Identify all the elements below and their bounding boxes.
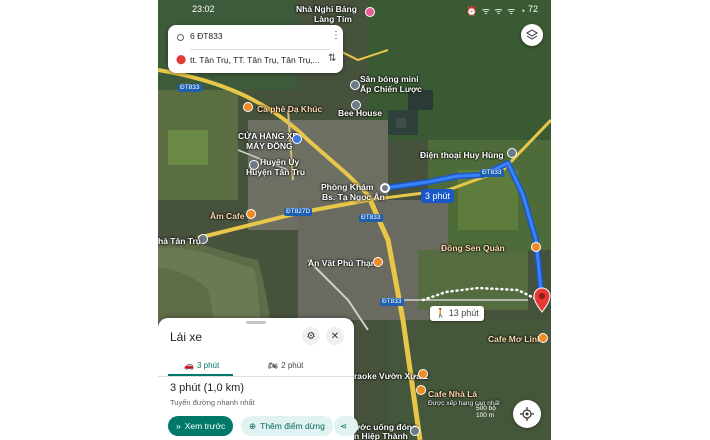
- walk-duration-label[interactable]: 🚶 13 phút: [430, 306, 484, 321]
- poi-nha-nghi[interactable]: Nhà Nghỉ Bảng: [296, 4, 357, 14]
- restaurant-icon[interactable]: [373, 257, 383, 267]
- phone-screen: 23:02 ⏰ ᯤ ᯤ ᯤ ◔ 72 Nhà Nghỉ Bảng Làng Tí…: [158, 0, 551, 440]
- phone-shop-icon[interactable]: [507, 148, 517, 158]
- scale-label-meters: 100 m: [476, 412, 495, 419]
- sheet-drag-handle[interactable]: [246, 321, 266, 324]
- origin-icon: [177, 34, 184, 41]
- poi-san-bong[interactable]: Sân bóng mini: [360, 74, 419, 84]
- preview-button[interactable]: » Xem trước: [168, 416, 234, 436]
- status-battery: 72: [528, 4, 539, 14]
- poi-phong-kham[interactable]: Phòng Khám: [321, 182, 373, 192]
- route-options-button[interactable]: ⚙: [302, 327, 320, 345]
- poi-huyen-uy[interactable]: Huyện Ủy: [260, 157, 299, 167]
- road-tag-dt827d: ĐT827D: [284, 208, 313, 216]
- swap-icon[interactable]: ⇅: [328, 53, 336, 64]
- government-icon[interactable]: [249, 160, 259, 170]
- tab-motorbike[interactable]: 🏍 2 phút: [268, 356, 303, 374]
- road-tag-dt833: ĐT833: [480, 169, 504, 177]
- cafe-icon[interactable]: [416, 385, 426, 395]
- poi-cafe-nha-la[interactable]: Cafe Nhà Lá: [428, 389, 477, 399]
- poi-cafe-mo-linh[interactable]: Cafe Mơ Linh: [488, 334, 542, 344]
- route-duration-label[interactable]: 3 phút: [421, 189, 455, 203]
- status-icons: ⏰ ᯤ ᯤ ᯤ ◔: [466, 6, 527, 16]
- poi-ap-chien[interactable]: Ấp Chiến Lược: [360, 84, 422, 94]
- poi-cafe-da-khuc[interactable]: Cà phê Dạ Khúc: [257, 104, 322, 114]
- share-button[interactable]: ⋖: [334, 416, 358, 436]
- add-stop-label: Thêm điểm dừng: [260, 421, 325, 431]
- add-stop-icon: ⊕: [249, 420, 257, 431]
- preview-label: Xem trước: [184, 421, 226, 431]
- car-icon: 🚗: [184, 360, 194, 370]
- poi-am-cafe[interactable]: Âm Cafe: [210, 211, 244, 221]
- status-time: 23:02: [192, 4, 215, 14]
- road-tag-dt833: ĐT833: [359, 214, 383, 222]
- destination-field[interactable]: tt. Tân Trụ, TT. Tân Trụ, Tân Trụ,...: [190, 55, 330, 65]
- tab-car[interactable]: 🚗 3 phút: [184, 356, 219, 374]
- add-stop-button[interactable]: ⊕ Thêm điểm dừng: [241, 416, 333, 436]
- origin-field[interactable]: 6 ĐT833: [190, 31, 330, 41]
- poi-lang-tim[interactable]: Làng Tím: [314, 14, 352, 24]
- cafe-icon[interactable]: [243, 102, 253, 112]
- route-duration: 3 phút (1,0 km): [170, 382, 244, 394]
- route-description: Tuyến đường nhanh nhất: [170, 398, 255, 407]
- walk-icon: 🚶: [435, 308, 447, 318]
- poi-cua-hang[interactable]: CỬA HÀNG XE: [238, 131, 298, 141]
- hotel-icon[interactable]: [365, 7, 375, 17]
- crosshair-icon: [520, 407, 534, 421]
- destination-pin-icon: ⬤: [176, 54, 187, 64]
- poi-dong-sen[interactable]: Đồng Sen Quán: [441, 243, 505, 253]
- close-button[interactable]: ✕: [326, 327, 344, 345]
- road-tag-dt833: ĐT833: [178, 84, 202, 92]
- search-divider: [190, 49, 330, 50]
- more-options-icon[interactable]: ⋮: [331, 30, 341, 41]
- poi-nha-tan-tru[interactable]: hà Tân Trụ: [158, 236, 201, 246]
- place-icon[interactable]: [410, 426, 420, 436]
- poi-bs[interactable]: Bs. Tạ Ngọc Ân: [322, 192, 385, 202]
- directions-bottom-sheet: Lái xe ⚙ ✕ 🚗 3 phút 🏍 2 phút 3 phút (1,0…: [158, 318, 358, 440]
- preview-icon: »: [176, 421, 181, 431]
- map-scale: 500 bộ 100 m: [476, 405, 496, 419]
- layers-icon: [526, 29, 538, 40]
- share-icon: ⋖: [340, 420, 348, 431]
- poi-may-dong[interactable]: MÁY ĐÔNG: [246, 141, 293, 151]
- poi-karaoke[interactable]: raoke Vườn Xưa 2: [354, 371, 428, 381]
- poi-hiep-thanh[interactable]: n Hiệp Thành: [354, 431, 408, 440]
- poi-bee-house[interactable]: Bee House: [338, 108, 382, 118]
- karaoke-icon[interactable]: [418, 369, 428, 379]
- layers-button[interactable]: [521, 24, 543, 46]
- tab-moto-time: 2 phút: [281, 360, 304, 370]
- walk-duration-text: 13 phút: [448, 308, 479, 318]
- place-icon[interactable]: [350, 80, 360, 90]
- poi-dien-thoai[interactable]: Điện thoại Huy Hùng: [420, 150, 504, 160]
- cafe-icon[interactable]: [538, 333, 548, 343]
- road-tag-dt833: ĐT833: [380, 298, 404, 306]
- tab-divider: [158, 376, 354, 377]
- close-icon: ✕: [330, 330, 340, 342]
- tab-car-time: 3 phút: [196, 360, 220, 370]
- directions-search-card: 6 ĐT833 ⋮ ⬤ tt. Tân Trụ, TT. Tân Trụ, Tâ…: [168, 25, 343, 73]
- cafe-icon[interactable]: [246, 209, 256, 219]
- poi-an-vat[interactable]: Ăn Vặt Phú Thạnh: [308, 258, 381, 268]
- sheet-title: Lái xe: [170, 330, 203, 344]
- motorbike-icon: 🏍: [268, 360, 279, 370]
- restaurant-icon[interactable]: [531, 242, 541, 252]
- shop-icon[interactable]: [292, 134, 302, 144]
- my-location-button[interactable]: [513, 400, 541, 428]
- tune-icon: ⚙: [306, 330, 316, 342]
- scale-label-feet: 500 bộ: [476, 405, 496, 412]
